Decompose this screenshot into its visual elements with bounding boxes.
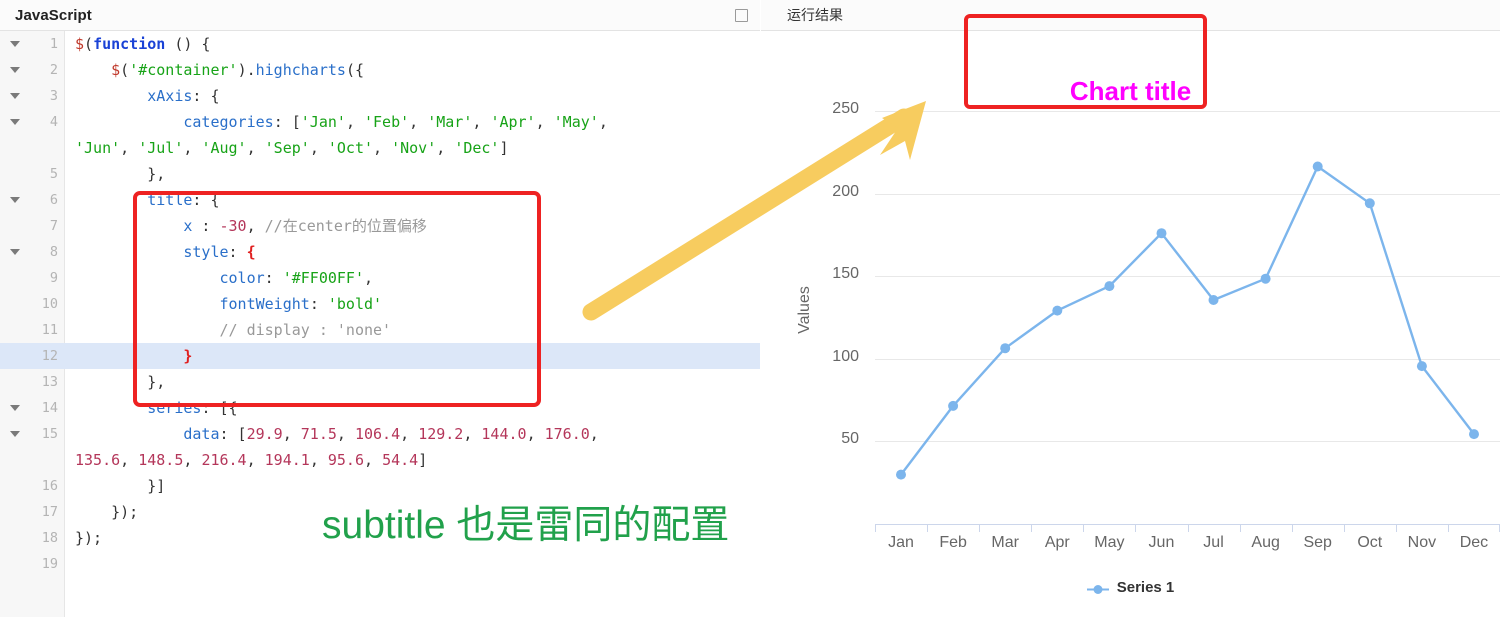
editor-header-bar: JavaScript bbox=[0, 0, 760, 31]
line-number: 10 bbox=[41, 296, 58, 312]
code-line-5: }, bbox=[75, 165, 166, 183]
line-number: 2 bbox=[49, 62, 58, 78]
code-line-10: fontWeight: 'bold' bbox=[219, 295, 383, 313]
line-number: 1 bbox=[49, 36, 58, 52]
series-plot bbox=[896, 161, 1479, 480]
series-line bbox=[900, 165, 1475, 476]
data-point-marker[interactable] bbox=[1208, 295, 1219, 305]
code-line-13: }, bbox=[75, 373, 166, 391]
line-number: 3 bbox=[49, 88, 58, 104]
gutter-line-3[interactable]: 3 bbox=[0, 83, 65, 109]
code-line-8: style: { bbox=[183, 243, 256, 261]
gutter-line-10[interactable]: 10 bbox=[0, 291, 65, 317]
data-point-marker[interactable] bbox=[1416, 361, 1427, 372]
maximize-icon[interactable] bbox=[735, 9, 748, 22]
data-point-marker[interactable] bbox=[1156, 228, 1167, 239]
fold-triangle-icon[interactable] bbox=[10, 405, 20, 411]
gutter-line-19[interactable]: 19 bbox=[0, 551, 65, 577]
line-number: 13 bbox=[41, 374, 58, 390]
gutter-line-1[interactable]: 1 bbox=[0, 31, 65, 57]
data-point-marker[interactable] bbox=[1260, 273, 1271, 284]
data-point-marker[interactable] bbox=[896, 469, 906, 480]
gutter-line-12[interactable]: 12 bbox=[0, 343, 65, 369]
line-number: 14 bbox=[41, 400, 58, 416]
fold-triangle-icon[interactable] bbox=[10, 249, 20, 255]
data-point-marker[interactable] bbox=[1104, 281, 1115, 292]
line-number: 6 bbox=[49, 192, 58, 208]
code-editor-pane: JavaScript 1 2 3 4 5 6 7 8 9 10 11 12 13 14 15 16 17 18 19… bbox=[0, 0, 760, 617]
code-line-3: xAxis: { bbox=[147, 87, 220, 105]
data-point-marker[interactable] bbox=[1469, 429, 1479, 440]
fold-triangle-icon[interactable] bbox=[10, 93, 20, 99]
gutter-line-6[interactable]: 6 bbox=[0, 187, 65, 213]
line-number: 18 bbox=[41, 530, 58, 546]
legend-series-label: Series 1 bbox=[1116, 579, 1175, 596]
screenshot-root: JavaScript 1 2 3 4 5 6 7 8 9 10 11 12 13 14 15 16 17 18 19… bbox=[0, 0, 1500, 617]
gutter-line-17[interactable]: 17 bbox=[0, 499, 65, 525]
result-header-bar: 运行结果 bbox=[761, 0, 1500, 31]
gutter-line-8[interactable]: 8 bbox=[0, 239, 65, 265]
fold-triangle-icon[interactable] bbox=[10, 197, 20, 203]
data-point-marker[interactable] bbox=[1312, 161, 1323, 172]
gutter-line-5[interactable]: 5 bbox=[0, 161, 65, 187]
legend-marker-icon bbox=[1086, 582, 1109, 594]
gutter-line-11[interactable]: 11 bbox=[0, 317, 65, 343]
data-point-marker[interactable] bbox=[1364, 198, 1375, 209]
code-line-12: } bbox=[65, 343, 760, 369]
data-point-marker[interactable] bbox=[948, 400, 959, 411]
subtitle-annotation-text: subtitle 也是雷同的配置 bbox=[322, 504, 730, 547]
code-line-7: x : -30, //在center的位置偏移 bbox=[183, 217, 427, 235]
chart-legend[interactable]: Series 1 bbox=[761, 579, 1500, 596]
line-number: 4 bbox=[49, 114, 58, 130]
gutter-line-14[interactable]: 14 bbox=[0, 395, 65, 421]
code-line-6: title: { bbox=[147, 191, 220, 209]
code-line-1: $(function () { bbox=[75, 35, 211, 53]
code-line-11: // display : 'none' bbox=[219, 321, 392, 339]
data-point-marker[interactable] bbox=[1052, 305, 1063, 316]
fold-triangle-icon[interactable] bbox=[10, 41, 20, 47]
editor-language-title: JavaScript bbox=[15, 6, 92, 24]
line-number: 8 bbox=[49, 244, 58, 260]
line-number: 19 bbox=[41, 556, 58, 572]
editor-gutter: 1 2 3 4 5 6 7 8 9 10 11 12 13 14 15 16 17 18 19 bbox=[0, 31, 65, 617]
fold-triangle-icon[interactable] bbox=[10, 67, 20, 73]
result-panel-title: 运行结果 bbox=[787, 7, 843, 23]
code-line-15: data: [29.9, 71.5, 106.4, 129.2, 144.0, … bbox=[75, 425, 599, 469]
highcharts-chart: Chart title Values 50 100 150 200 250 Jan Feb… bbox=[761, 31, 1500, 617]
line-number: 9 bbox=[49, 270, 58, 286]
line-number: 11 bbox=[41, 322, 58, 338]
gutter-line-4[interactable]: 4 bbox=[0, 109, 65, 135]
result-pane: 运行结果 Chart title Values 50 100 150 200 250 J… bbox=[761, 0, 1500, 617]
gutter-line-7[interactable]: 7 bbox=[0, 213, 65, 239]
code-line-2: $('#container').highcharts({ bbox=[111, 61, 364, 79]
line-number: 7 bbox=[49, 218, 58, 234]
line-number: 5 bbox=[49, 166, 58, 182]
data-point-marker[interactable] bbox=[1000, 343, 1011, 354]
line-number: 17 bbox=[41, 504, 58, 520]
gutter-line-13[interactable]: 13 bbox=[0, 369, 65, 395]
code-line-4: categories: ['Jan', 'Feb', 'Mar', 'Apr',… bbox=[75, 113, 608, 157]
line-number: 16 bbox=[41, 478, 58, 494]
line-number: 15 bbox=[41, 426, 58, 442]
gutter-line-15[interactable]: 15 bbox=[0, 421, 65, 447]
gutter-line-16[interactable]: 16 bbox=[0, 473, 65, 499]
gutter-line-18[interactable]: 18 bbox=[0, 525, 65, 551]
gutter-line-9[interactable]: 9 bbox=[0, 265, 65, 291]
line-number: 12 bbox=[41, 348, 58, 364]
fold-triangle-icon[interactable] bbox=[10, 431, 20, 437]
code-line-9: color: '#FF00FF', bbox=[219, 269, 374, 287]
fold-triangle-icon[interactable] bbox=[10, 119, 20, 125]
code-line-14: series: [{ bbox=[147, 399, 238, 417]
gutter-line-2[interactable]: 2 bbox=[0, 57, 65, 83]
